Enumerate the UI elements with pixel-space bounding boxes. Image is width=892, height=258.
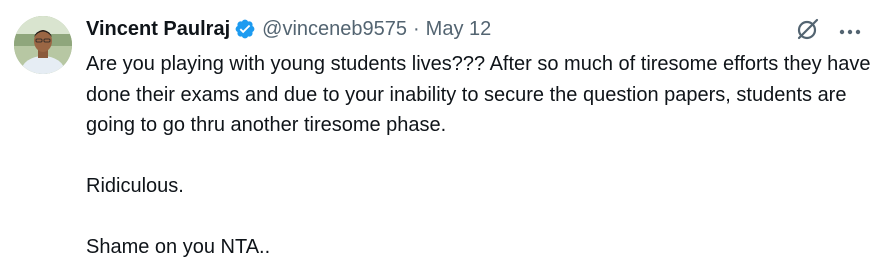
tweet-header: Vincent Paulraj @vinceneb9575 · May 12 (86, 14, 491, 44)
tweet-date[interactable]: May 12 (426, 18, 492, 41)
tweet-card[interactable]: Vincent Paulraj @vinceneb9575 · May 12 A… (0, 0, 892, 258)
author-handle[interactable]: @vinceneb9575 (262, 18, 407, 41)
grok-button[interactable] (793, 16, 823, 46)
separator-dot: · (413, 17, 420, 40)
grok-icon (795, 16, 821, 47)
author-display-name[interactable]: Vincent Paulraj (86, 18, 230, 41)
tweet-paragraph: Are you playing with young students live… (86, 53, 871, 136)
more-options-button[interactable] (836, 16, 864, 46)
more-horizontal-icon (839, 22, 861, 40)
verified-badge-icon (234, 18, 256, 40)
avatar[interactable] (14, 16, 72, 74)
tweet-paragraph: Ridiculous. (86, 175, 184, 197)
tweet-text: Are you playing with young students live… (86, 49, 876, 258)
tweet-paragraph: Shame on you NTA.. (86, 236, 271, 258)
